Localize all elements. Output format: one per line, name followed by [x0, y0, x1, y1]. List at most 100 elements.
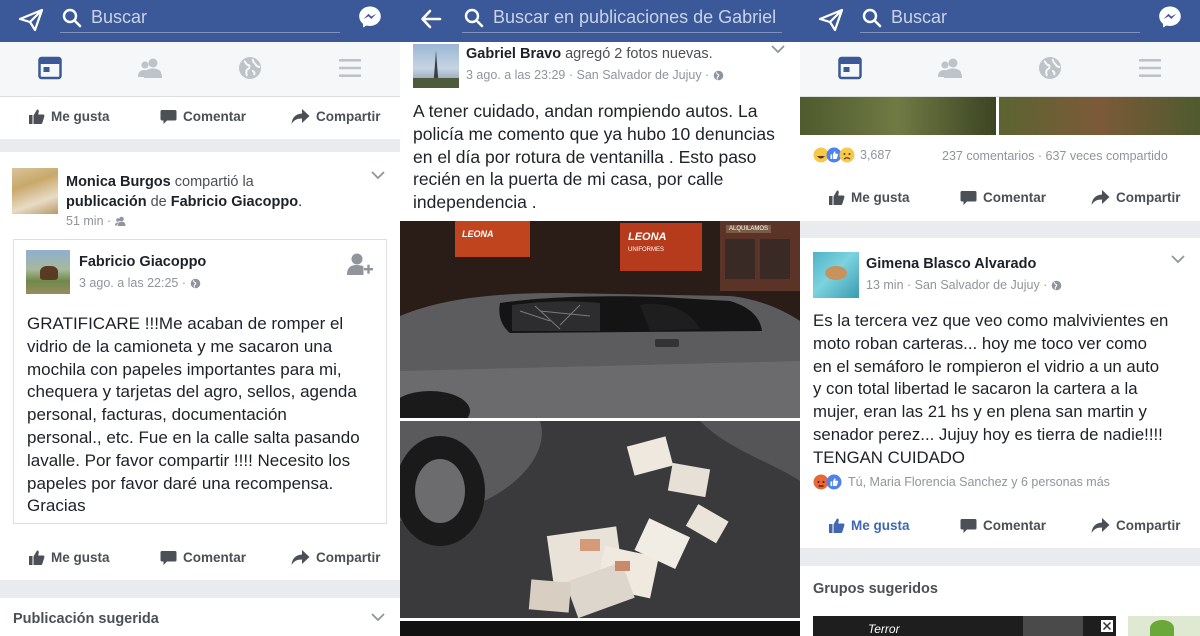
inner-post-text: GRATIFICARE !!!Me acaban de romper el vi…: [27, 313, 360, 518]
post-text-line: senador perez... Jujuy hoy es tierra de …: [813, 424, 1163, 444]
post-text-line: en el día por rotura de ventanilla . Est…: [413, 146, 757, 167]
thumbs-up-icon: [29, 109, 45, 124]
author-name[interactable]: Gabriel Bravo: [466, 46, 561, 62]
top-bar: Buscar en publicaciones de Gabriel: [400, 0, 800, 42]
post-text-line: A tener cuidado, andan rompiendo autos. …: [413, 101, 758, 121]
groups-title: Grupos sugeridos: [813, 581, 938, 597]
panel-news-feed-left: Buscar Me gusta Comentar Compartir Monic…: [0, 0, 400, 636]
inner-author-name[interactable]: Fabricio Giacoppo: [79, 254, 206, 270]
close-icon[interactable]: [1101, 620, 1113, 632]
search-input[interactable]: Buscar en publicaciones de Gabriel: [462, 3, 782, 33]
broken-window-photo: [400, 221, 800, 418]
comment-button[interactable]: Comentar: [160, 549, 246, 566]
post-text-line: Es la tercera vez que veo como malvivien…: [813, 311, 1169, 330]
post-meta: 13 min · San Salvador de Jujuy ·: [866, 278, 1062, 292]
post-text-line: en el semáforo le rompieron el vidrio a …: [813, 356, 1160, 376]
inner-post: Fabricio Giacoppo 3 ago. a las 22:25 · G…: [13, 239, 387, 524]
previous-post-photo[interactable]: [999, 97, 1200, 135]
author-avatar[interactable]: [12, 168, 58, 214]
comment-button[interactable]: Comentar: [160, 108, 246, 125]
inner-author-avatar[interactable]: [26, 250, 70, 294]
news-feed-icon[interactable]: [837, 55, 863, 81]
post-time-location[interactable]: 3 ago. a las 23:29 · San Salvador de Juj…: [466, 68, 713, 82]
store-sign-text: LEONA: [628, 231, 667, 243]
action-bar: Me gusta Comentar Compartir: [0, 538, 400, 580]
paper-plane-icon[interactable]: [818, 7, 844, 33]
like-button[interactable]: Me gusta: [828, 189, 910, 206]
share-button[interactable]: Compartir: [1091, 517, 1181, 534]
previous-post-photo[interactable]: [800, 97, 996, 135]
inner-post-time[interactable]: 3 ago. a las 22:25 ·: [79, 276, 190, 290]
photo-broken-car-window[interactable]: LEONA LEONA UNIFORMES ALQUILAMOS: [400, 221, 800, 418]
search-placeholder: Buscar: [91, 7, 148, 27]
author-avatar[interactable]: [813, 252, 859, 298]
panel-profile-post: Buscar en publicaciones de Gabriel Gabri…: [400, 0, 800, 636]
comment-button[interactable]: Comentar: [960, 517, 1046, 534]
reactions-summary[interactable]: 3,687: [813, 147, 891, 163]
share-arrow-icon: [1091, 518, 1110, 533]
messenger-icon[interactable]: [1158, 5, 1182, 29]
share-button[interactable]: Compartir: [291, 549, 381, 566]
like-reaction-icon: [826, 474, 842, 490]
original-author-link[interactable]: Fabricio Giacoppo: [171, 194, 298, 210]
chevron-down-icon[interactable]: [1171, 254, 1185, 264]
publication-link[interactable]: publicación: [66, 194, 147, 210]
like-button[interactable]: Me gusta: [28, 108, 110, 125]
photo-scattered-papers[interactable]: [400, 421, 800, 618]
menu-icon[interactable]: [337, 55, 363, 81]
chevron-down-icon[interactable]: [771, 44, 785, 54]
post-time-location[interactable]: 13 min · San Salvador de Jujuy ·: [866, 278, 1051, 292]
comment-button[interactable]: Comentar: [960, 189, 1046, 206]
shared-header: Monica Burgos compartió la publicación d…: [66, 172, 386, 212]
globe-icon[interactable]: [1037, 55, 1063, 81]
post-text-line: mujer, eran las 21 hs y en plena san mar…: [813, 402, 1147, 422]
like-button-active[interactable]: Me gusta: [828, 517, 910, 534]
search-input[interactable]: Buscar: [60, 3, 340, 33]
author-avatar[interactable]: [413, 44, 459, 88]
post-text-line: y con total libertad le sacaron la carte…: [813, 379, 1138, 399]
nav-bar: [800, 42, 1200, 97]
search-icon: [862, 8, 882, 28]
post-time[interactable]: 51 min: [66, 214, 104, 228]
reactions-summary[interactable]: Tú, Maria Florencia Sanchez y 6 personas…: [813, 474, 1110, 490]
share-button[interactable]: Compartir: [291, 108, 381, 125]
post-text-line: policía me comento que ya hubo 10 denunc…: [413, 123, 775, 144]
chevron-down-icon[interactable]: [371, 612, 385, 622]
news-feed-icon[interactable]: [37, 55, 63, 81]
group-thumbnail[interactable]: [1128, 616, 1200, 636]
menu-icon[interactable]: [1137, 55, 1163, 81]
friends-icon[interactable]: [137, 55, 163, 81]
post-text-line: recién en la puerta de mi casa, por call…: [413, 169, 724, 190]
post-stats[interactable]: 237 comentarios · 637 veces compartido: [942, 149, 1168, 163]
post-text-line: moto roban carteras... hoy me toco ver c…: [813, 333, 1147, 353]
author-name[interactable]: Gimena Blasco Alvarado: [866, 256, 1036, 272]
paper-plane-icon[interactable]: [18, 7, 44, 33]
shared-text-2: de: [146, 194, 171, 210]
author-name[interactable]: Monica Burgos: [66, 174, 171, 190]
chevron-down-icon[interactable]: [371, 170, 385, 180]
group-thumbnail[interactable]: Terror: [813, 616, 1116, 636]
suggested-groups-card: Grupos sugeridos Terror: [800, 566, 1200, 636]
globe-small-icon: [1051, 280, 1062, 290]
friends-icon[interactable]: [937, 55, 963, 81]
photo-next[interactable]: [400, 621, 800, 636]
thumbs-up-icon: [829, 190, 845, 205]
search-icon: [464, 8, 484, 28]
search-input[interactable]: Buscar: [860, 3, 1140, 33]
share-arrow-icon: [1091, 190, 1110, 205]
post-text-line: papeles por favor daré una recompensa.: [27, 473, 334, 493]
like-button[interactable]: Me gusta: [28, 549, 110, 566]
post-action-text: agregó 2 fotos nuevas.: [561, 46, 713, 62]
store-sign-text: LEONA: [462, 229, 494, 239]
share-arrow-icon: [291, 109, 310, 124]
add-friend-icon[interactable]: [346, 252, 374, 280]
share-arrow-icon: [291, 550, 310, 565]
globe-icon[interactable]: [237, 55, 263, 81]
post-text: Es la tercera vez que veo como malvivien…: [813, 310, 1168, 470]
messenger-icon[interactable]: [358, 5, 382, 29]
post-text-line: lavalle. Por favor compartir !!!! Necesi…: [27, 450, 351, 470]
back-arrow-icon[interactable]: [420, 8, 442, 30]
share-button[interactable]: Compartir: [1091, 189, 1181, 206]
top-bar: Buscar: [0, 0, 400, 42]
post-text-line: personal., etc. Fue en la calle salta pa…: [27, 427, 360, 447]
